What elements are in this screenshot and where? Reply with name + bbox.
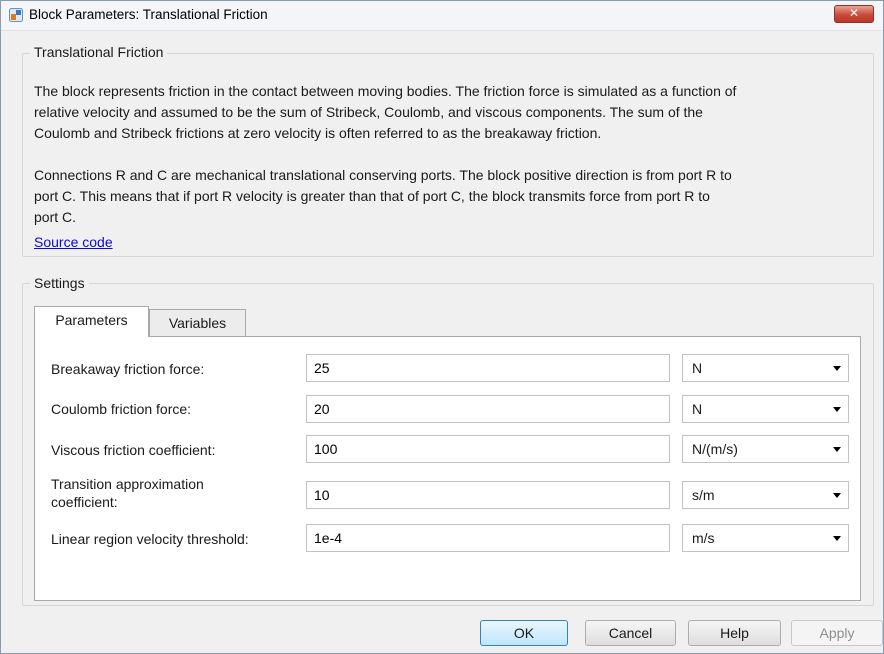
label-line: Transition approximation (51, 476, 204, 492)
tab-variables[interactable]: Variables (149, 309, 246, 337)
linear-region-velocity-threshold-input[interactable] (306, 524, 670, 552)
coulomb-friction-force-unit-select[interactable]: N (682, 395, 849, 423)
apply-button[interactable]: Apply (791, 620, 883, 646)
ports-paragraph: Connections R and C are mechanical trans… (34, 165, 874, 228)
transition-approximation-coefficient-label: Transition approximation coefficient: (51, 475, 204, 511)
coulomb-friction-force-input[interactable] (306, 395, 670, 423)
chevron-down-icon (833, 536, 841, 541)
tab-label: Parameters (55, 312, 128, 328)
description-line: port C. (34, 209, 77, 225)
linear-region-velocity-threshold-label: Linear region velocity threshold: (51, 531, 249, 547)
close-button[interactable]: ✕ (834, 5, 874, 23)
window-title: Block Parameters: Translational Friction (29, 7, 268, 22)
chevron-down-icon (833, 447, 841, 452)
transition-approximation-coefficient-unit-select[interactable]: s/m (682, 481, 849, 509)
transition-approximation-coefficient-input[interactable] (306, 481, 670, 509)
description-line: Coulomb and Stribeck frictions at zero v… (34, 125, 602, 141)
unit-value: m/s (692, 530, 715, 546)
chevron-down-icon (833, 366, 841, 371)
unit-value: N (692, 401, 703, 417)
breakaway-friction-force-unit-select[interactable]: N (682, 354, 849, 382)
close-icon: ✕ (848, 6, 860, 20)
description-line: relative velocity and assumed to be the … (34, 104, 703, 120)
unit-value: N (692, 360, 703, 376)
viscous-friction-coefficient-input[interactable] (306, 435, 670, 463)
block-parameters-dialog: Block Parameters: Translational Friction… (0, 0, 884, 654)
title-bar[interactable]: Block Parameters: Translational Friction… (1, 1, 883, 31)
description-line: Connections R and C are mechanical trans… (34, 167, 732, 183)
tab-parameters[interactable]: Parameters (34, 306, 149, 337)
tab-label: Variables (168, 315, 227, 331)
unit-value: s/m (692, 487, 715, 503)
ok-button[interactable]: OK (480, 620, 568, 646)
block-parameters-icon (9, 8, 23, 22)
linear-region-velocity-threshold-unit-select[interactable]: m/s (682, 524, 849, 552)
viscous-friction-coefficient-unit-select[interactable]: N/(m/s) (682, 435, 849, 463)
breakaway-friction-force-label: Breakaway friction force: (51, 361, 205, 377)
description-paragraph: The block represents friction in the con… (34, 81, 874, 144)
chevron-down-icon (833, 493, 841, 498)
coulomb-friction-force-label: Coulomb friction force: (51, 401, 192, 417)
unit-value: N/(m/s) (692, 441, 738, 457)
description-line: The block represents friction in the con… (34, 83, 737, 99)
description-group-title: Translational Friction (30, 44, 168, 60)
settings-group-title: Settings (30, 275, 89, 291)
breakaway-friction-force-input[interactable] (306, 354, 670, 382)
chevron-down-icon (833, 407, 841, 412)
help-button[interactable]: Help (688, 620, 781, 646)
source-code-link[interactable]: Source code (34, 234, 113, 250)
description-line: port C. This means that if port R veloci… (34, 188, 710, 204)
label-line: coefficient: (51, 494, 118, 510)
viscous-friction-coefficient-label: Viscous friction coefficient: (51, 442, 216, 458)
cancel-button[interactable]: Cancel (585, 620, 676, 646)
